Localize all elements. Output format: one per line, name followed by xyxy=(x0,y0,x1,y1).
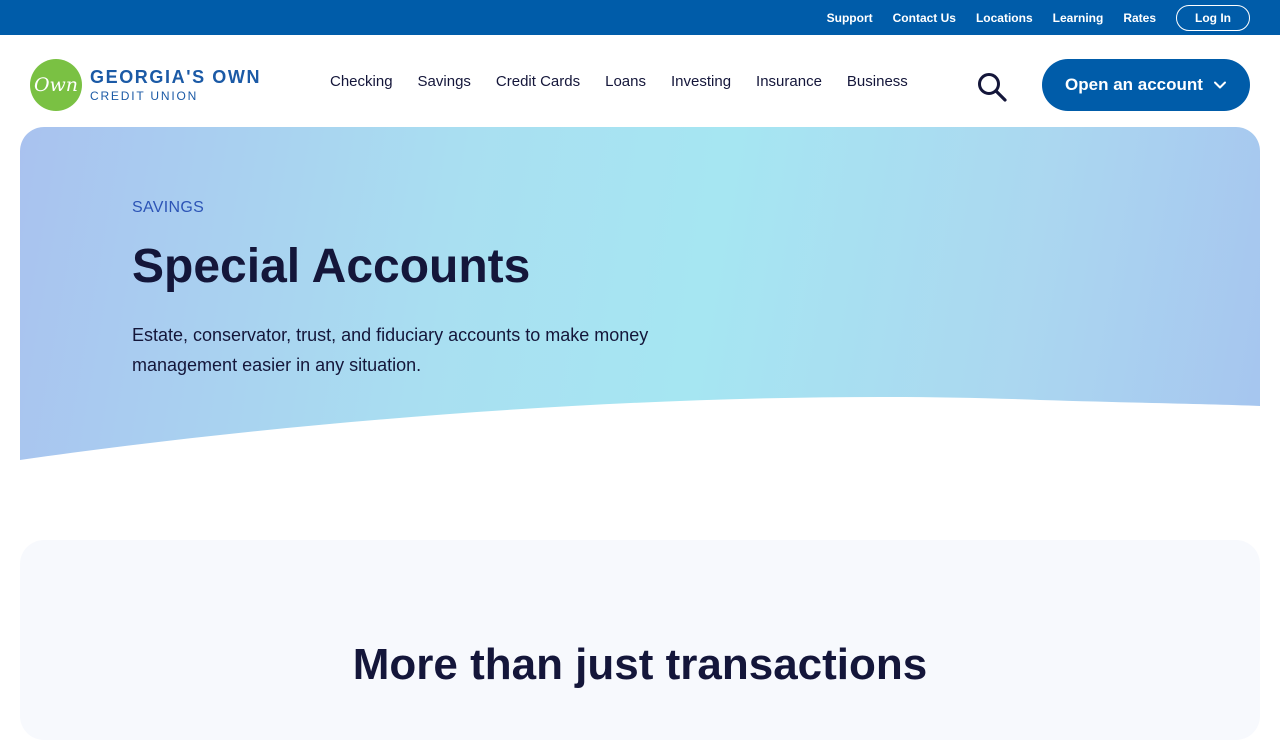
nav-item-investing[interactable]: Investing xyxy=(671,73,731,90)
logo-name: GEORGIA'S OWN xyxy=(90,67,262,87)
nav-item-checking[interactable]: Checking xyxy=(330,73,393,90)
chevron-down-icon xyxy=(1213,81,1226,89)
main-nav: Checking Savings Credit Cards Loans Inve… xyxy=(330,35,933,127)
hero-eyebrow: SAVINGS xyxy=(132,199,205,216)
nav-item-business[interactable]: Business xyxy=(847,73,908,90)
utility-link-learning[interactable]: Learning xyxy=(1053,11,1104,25)
utility-bar: Support Contact Us Locations Learning Ra… xyxy=(0,0,1280,35)
nav-item-savings[interactable]: Savings xyxy=(418,73,471,90)
nav-item-loans[interactable]: Loans xyxy=(605,73,646,90)
logo-text: GEORGIA'S OWN CREDIT UNION xyxy=(90,68,261,102)
logo-subtitle: CREDIT UNION xyxy=(90,89,199,103)
page-title: Special Accounts xyxy=(132,240,531,293)
login-button[interactable]: Log In xyxy=(1176,4,1250,31)
logo-mark: Own xyxy=(30,59,82,111)
open-account-button[interactable]: Open an account xyxy=(1042,59,1250,111)
nav-item-insurance[interactable]: Insurance xyxy=(756,73,822,90)
section-title: More than just transactions xyxy=(352,640,928,689)
site-header: Own GEORGIA'S OWN CREDIT UNION Checking … xyxy=(0,35,1280,127)
logo[interactable]: Own GEORGIA'S OWN CREDIT UNION xyxy=(30,59,261,111)
nav-item-credit-cards[interactable]: Credit Cards xyxy=(496,73,580,90)
utility-nav: Support Contact Us Locations Learning Ra… xyxy=(807,0,1280,35)
hero-banner: SAVINGS Special Accounts Estate, conserv… xyxy=(20,127,1260,460)
utility-link-support[interactable]: Support xyxy=(827,11,873,25)
search-icon[interactable] xyxy=(976,71,1008,103)
hero-description: Estate, conservator, trust, and fiduciar… xyxy=(132,325,649,375)
utility-link-locations[interactable]: Locations xyxy=(976,11,1033,25)
utility-link-contact-us[interactable]: Contact Us xyxy=(893,11,956,25)
features-section: More than just transactions xyxy=(20,540,1260,740)
utility-link-rates[interactable]: Rates xyxy=(1123,11,1156,25)
open-account-label: Open an account xyxy=(1065,75,1203,94)
